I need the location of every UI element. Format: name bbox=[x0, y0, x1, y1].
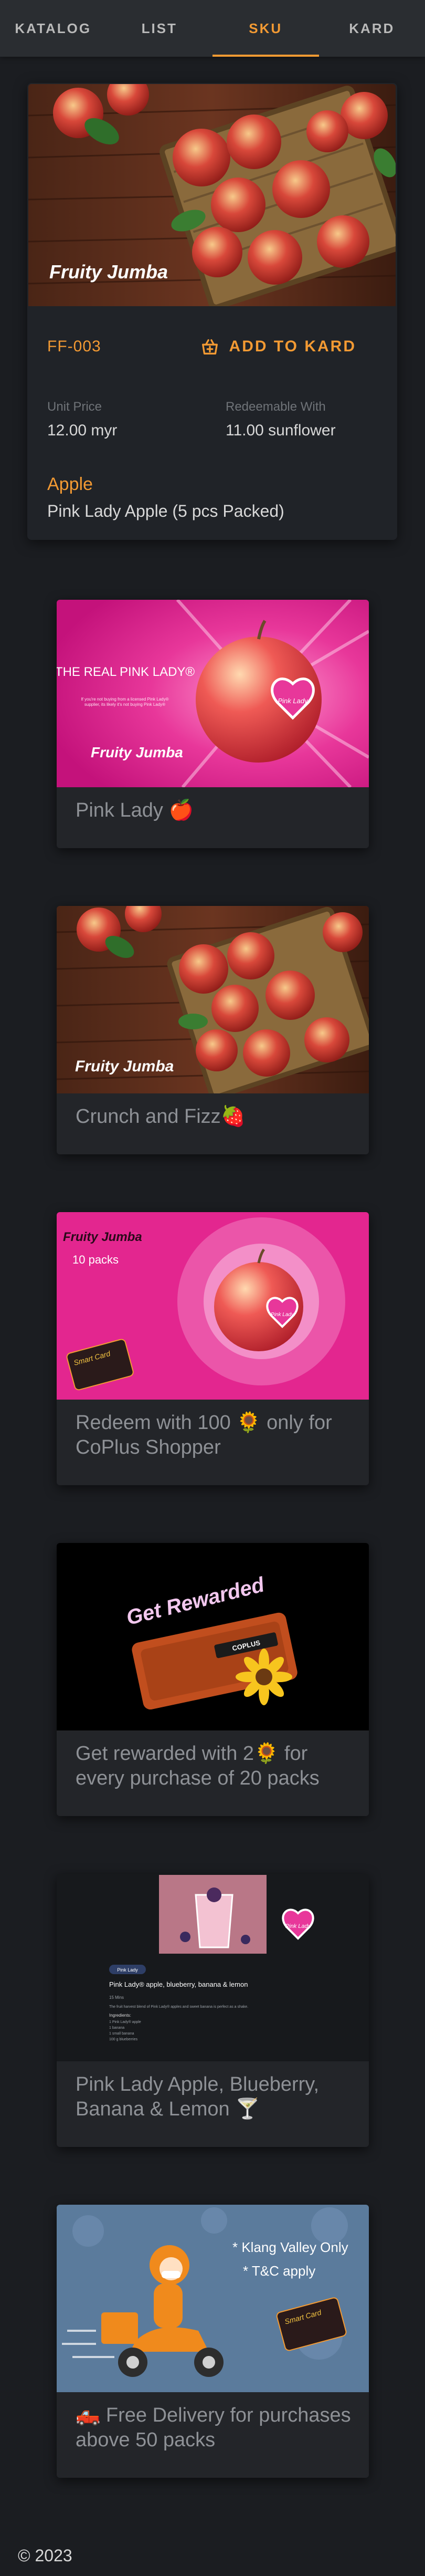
promo-card-redeem[interactable]: Pink Lady Fruity Jumba 10 packs Smart Ca… bbox=[57, 1212, 369, 1485]
add-to-kard-button[interactable]: ADD TO KARD bbox=[200, 337, 356, 357]
ingredients-label: Ingredients: bbox=[109, 2013, 131, 2018]
recipe-intro: The fruit harvest blend of Pink Lady® ap… bbox=[109, 2005, 248, 2009]
promo-caption: 🛻 Free Delivery for purchases above 50 p… bbox=[76, 2404, 351, 2451]
recipe-time: 15 Mins bbox=[109, 1995, 124, 2000]
recipe-title: Pink Lady® apple, blueberry, banana & le… bbox=[109, 1980, 248, 1988]
svg-text:1 small banana: 1 small banana bbox=[109, 2032, 134, 2036]
recipe-chip: Pink Lady bbox=[117, 1967, 138, 1973]
redeemable-value: 11.00 sunflower bbox=[226, 422, 336, 439]
basket-plus-icon bbox=[201, 339, 218, 354]
promo-caption: Redeem with 100 🌻 only for CoPlus Shoppe… bbox=[76, 1412, 332, 1458]
real-pink-lady-heading: THE REAL PINK LADY® bbox=[57, 665, 195, 679]
promo-image: Pink Lady Fruity Jumba 10 packs Smart Ca… bbox=[57, 1212, 369, 1400]
product-code: FF-003 bbox=[47, 338, 101, 355]
promo-caption: Pink Lady 🍎 bbox=[76, 799, 194, 821]
svg-text:Pink Lady: Pink Lady bbox=[278, 697, 309, 705]
packs-label: 10 packs bbox=[72, 1253, 119, 1266]
unit-price-label: Unit Price bbox=[47, 400, 102, 414]
unit-price-value: 12.00 myr bbox=[47, 422, 118, 439]
fruity-jumba-logo: Fruity Jumba bbox=[75, 1058, 174, 1075]
svg-text:Pink Lady: Pink Lady bbox=[271, 1312, 294, 1318]
footer-copyright: © 2023 bbox=[18, 2546, 72, 2565]
promo-image: Pink Lady THE REAL PINK LADY® If you're … bbox=[57, 600, 369, 787]
tab-katalog[interactable]: KATALOG bbox=[0, 0, 107, 57]
product-name: Pink Lady Apple (5 pcs Packed) bbox=[47, 502, 284, 520]
product-category: Apple bbox=[47, 474, 93, 494]
fruity-jumba-logo: Fruity Jumba bbox=[63, 1230, 142, 1244]
promo-image: Fruity Jumba bbox=[57, 906, 369, 1093]
fruity-jumba-logo: Fruity Jumba bbox=[91, 744, 183, 760]
promo-caption: Pink Lady Apple, Blueberry, Banana & Lem… bbox=[76, 2073, 320, 2120]
promo-caption: Get rewarded with 2🌻 for every purchase … bbox=[76, 1743, 320, 1789]
product-hero-image: Fruity Jumba bbox=[28, 84, 396, 306]
redeemable-label: Redeemable With bbox=[226, 400, 326, 414]
svg-text:100 g blueberries: 100 g blueberries bbox=[109, 2038, 138, 2041]
svg-text:1 Pink Lady® apple: 1 Pink Lady® apple bbox=[109, 2020, 141, 2024]
svg-text:Pink Lady: Pink Lady bbox=[285, 1923, 312, 1930]
fruity-jumba-logo: Fruity Jumba bbox=[49, 261, 168, 283]
promo-image: Pink Lady Pink Lady Pink Lady® apple, bl… bbox=[57, 1874, 369, 2061]
promo-card-get-rewarded[interactable]: Get Rewarded COPLUS Get rewarded with 2🌻… bbox=[57, 1543, 369, 1816]
promo-card-free-delivery[interactable]: * Klang Valley Only * T&C apply Smart Ca… bbox=[57, 2205, 369, 2478]
promo-image: * Klang Valley Only * T&C apply Smart Ca… bbox=[57, 2205, 369, 2392]
fine-print: If you're not buying from a licensed Pin… bbox=[81, 697, 169, 707]
tab-list[interactable]: LIST bbox=[107, 0, 213, 57]
tab-kard[interactable]: KARD bbox=[319, 0, 425, 57]
top-nav: KATALOG LIST SKU KARD bbox=[0, 0, 425, 57]
promo-card-pink-lady[interactable]: Pink Lady THE REAL PINK LADY® If you're … bbox=[57, 600, 369, 848]
promo-card-smoothie-recipe[interactable]: Pink Lady Pink Lady Pink Lady® apple, bl… bbox=[57, 1874, 369, 2147]
promo-image: Get Rewarded COPLUS bbox=[57, 1543, 369, 1730]
tab-sku[interactable]: SKU bbox=[212, 0, 319, 57]
add-to-kard-label: ADD TO KARD bbox=[229, 338, 356, 355]
svg-text:1 banana: 1 banana bbox=[109, 2026, 124, 2030]
promo-caption: Crunch and Fizz🍓 bbox=[76, 1106, 246, 1128]
tc-apply-note: * T&C apply bbox=[243, 2263, 315, 2279]
product-card: Fruity Jumba FF-003 ADD TO KARD Unit Pri… bbox=[27, 83, 397, 540]
klang-valley-note: * Klang Valley Only bbox=[232, 2239, 348, 2255]
promo-card-crunch-fizz[interactable]: Fruity Jumba Crunch and Fizz🍓 bbox=[57, 906, 369, 1154]
